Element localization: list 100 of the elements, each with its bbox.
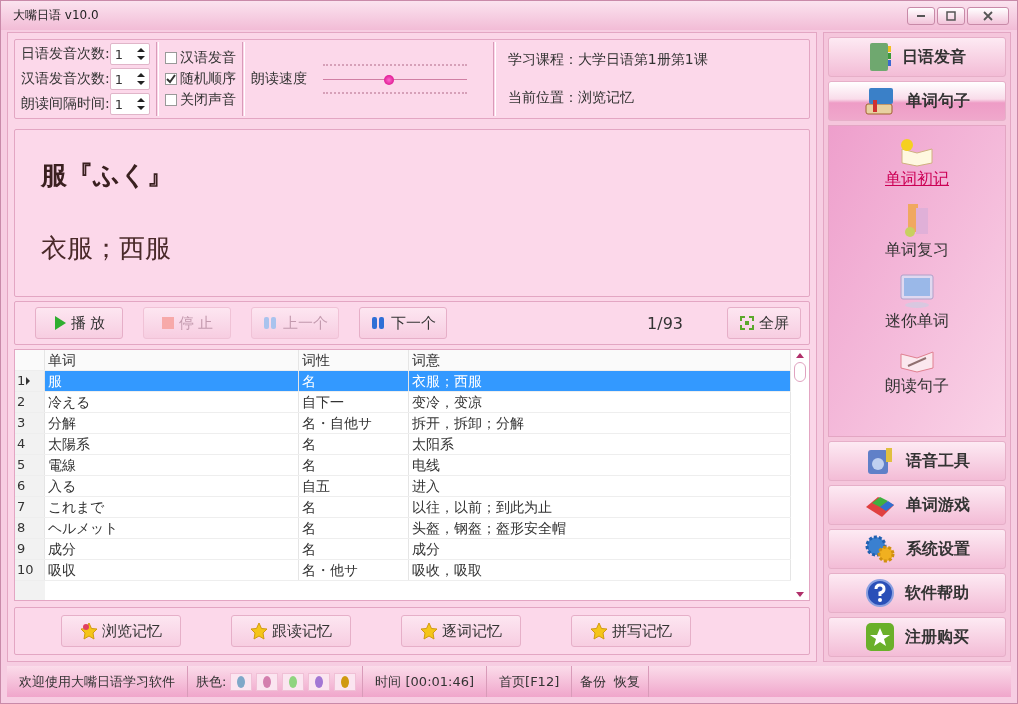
mode-button[interactable]: 拼写记忆 bbox=[571, 615, 691, 648]
minimize-button[interactable] bbox=[907, 6, 935, 25]
table-cell: 名 bbox=[299, 434, 409, 455]
speed-slider[interactable] bbox=[322, 64, 467, 95]
spinner-label: 汉语发音次数: bbox=[21, 70, 110, 89]
skin-swatch[interactable] bbox=[230, 672, 253, 691]
stop-icon bbox=[160, 316, 175, 331]
table-cell: 名・自他サ bbox=[299, 413, 409, 434]
skin-swatch[interactable] bbox=[334, 672, 357, 691]
mode-button[interactable]: 逐词记忆 bbox=[401, 615, 521, 648]
skin-swatch[interactable] bbox=[256, 672, 279, 691]
table-cell: 分解 bbox=[45, 413, 299, 434]
status-link[interactable]: 恢复 bbox=[614, 672, 641, 691]
skin-swatch[interactable] bbox=[282, 672, 305, 691]
close-button[interactable] bbox=[967, 6, 1009, 25]
skin-label: 肤色: bbox=[196, 672, 227, 691]
previous-icon bbox=[262, 316, 279, 331]
table-cell: 名 bbox=[299, 371, 409, 392]
welcome-text: 欢迎使用大嘴日语学习软件 bbox=[7, 666, 188, 697]
row-number: 2 bbox=[15, 392, 45, 413]
table-cell: 吸収 bbox=[45, 560, 299, 581]
mode-button[interactable]: 浏览记忆 bbox=[61, 615, 181, 648]
submenu-item[interactable]: 单词复习 bbox=[879, 201, 955, 263]
table-row[interactable]: 4 太陽系 名 太阳系 bbox=[15, 434, 791, 456]
column-header[interactable]: 单词 bbox=[45, 350, 299, 371]
slider-thumb[interactable] bbox=[383, 75, 394, 86]
nav-button[interactable]: 单词游戏 bbox=[828, 485, 1006, 526]
nav-button[interactable]: 日语发音 bbox=[828, 37, 1006, 78]
scroll-thumb[interactable] bbox=[794, 362, 806, 383]
number-spinner[interactable]: 1 bbox=[109, 43, 150, 66]
info-text: 当前位置：浏览记忆 bbox=[507, 89, 635, 108]
row-number: 4 bbox=[15, 434, 45, 455]
book-lightbulb-icon bbox=[898, 137, 936, 168]
number-spinner[interactable]: 1 bbox=[109, 68, 150, 91]
row-number: 3 bbox=[15, 413, 45, 434]
checkmark-icon bbox=[165, 74, 176, 85]
column-header[interactable]: 词性 bbox=[299, 350, 409, 371]
status-link[interactable]: 备份 bbox=[580, 672, 607, 691]
table-row[interactable]: 1 服 名 衣服；西服 bbox=[15, 371, 791, 393]
submenu-item[interactable]: 朗读句子 bbox=[879, 343, 955, 399]
table-cell: 自五 bbox=[299, 476, 409, 497]
checkbox[interactable] bbox=[164, 94, 177, 107]
checkbox-label: 汉语发音 bbox=[179, 49, 236, 68]
japanese-word: 服『ふく』 bbox=[41, 159, 174, 193]
word-counter: 1/93 bbox=[647, 313, 683, 333]
home-link[interactable]: 首页[F12] bbox=[487, 666, 573, 697]
table-cell: 衣服；西服 bbox=[409, 371, 791, 392]
word-meaning: 衣服；西服 bbox=[41, 232, 172, 266]
star-icon bbox=[590, 622, 608, 641]
row-number: 1 bbox=[15, 371, 45, 392]
table-cell: 自下一 bbox=[299, 392, 409, 413]
table-row[interactable]: 9 成分 名 成分 bbox=[15, 539, 791, 561]
table-row[interactable]: 3 分解 名・自他サ 拆开，拆卸；分解 bbox=[15, 413, 791, 435]
nav-button[interactable]: 注册购买 bbox=[828, 617, 1006, 658]
table-row[interactable]: 8 ヘルメット 名 头盔，钢盔；盔形安全帽 bbox=[15, 518, 791, 540]
speed-label: 朗读速度 bbox=[250, 70, 307, 89]
row-number: 10 bbox=[15, 560, 45, 581]
next-icon bbox=[370, 316, 387, 331]
table-cell: 名 bbox=[299, 455, 409, 476]
spinner-label: 朗读间隔时间: bbox=[21, 95, 110, 114]
row-number: 9 bbox=[15, 539, 45, 560]
fullscreen-icon bbox=[739, 315, 755, 332]
next-button[interactable]: 下一个 bbox=[359, 307, 447, 340]
nav-button[interactable]: 单词句子 bbox=[828, 81, 1006, 122]
notebook-icon bbox=[868, 42, 892, 73]
minimize-icon bbox=[917, 14, 925, 17]
checkbox[interactable] bbox=[164, 73, 177, 86]
close-icon bbox=[983, 10, 993, 21]
spin-arrows-icon bbox=[136, 97, 145, 112]
row-number: 7 bbox=[15, 497, 45, 518]
row-number: 6 bbox=[15, 476, 45, 497]
skin-swatch[interactable] bbox=[308, 672, 331, 691]
nav-button[interactable]: 系统设置 bbox=[828, 529, 1006, 570]
table-row[interactable]: 2 冷える 自下一 变冷，变凉 bbox=[15, 392, 791, 414]
play-icon bbox=[52, 315, 67, 332]
table-cell: 電線 bbox=[45, 455, 299, 476]
spin-arrows-icon bbox=[136, 47, 145, 62]
table-cell: 成分 bbox=[45, 539, 299, 560]
fullscreen-button[interactable]: 全屏 bbox=[727, 307, 801, 340]
table-row[interactable]: 6 入る 自五 进入 bbox=[15, 476, 791, 498]
table-row[interactable]: 5 電線 名 电线 bbox=[15, 455, 791, 477]
table-row[interactable]: 7 これまで 名 以往，以前；到此为止 bbox=[15, 497, 791, 519]
table-cell: 冷える bbox=[45, 392, 299, 413]
mode-button[interactable]: 跟读记忆 bbox=[231, 615, 351, 648]
maximize-button[interactable] bbox=[937, 6, 965, 25]
nav-button[interactable]: 语音工具 bbox=[828, 441, 1006, 482]
star-icon bbox=[250, 622, 268, 641]
table-cell: これまで bbox=[45, 497, 299, 518]
submenu-item[interactable]: 迷你单词 bbox=[879, 272, 955, 334]
info-text: 学习课程：大学日语第1册第1课 bbox=[507, 51, 708, 70]
row-pointer-icon bbox=[25, 377, 32, 386]
window-title: 大嘴日语 v10.0 bbox=[13, 7, 99, 24]
nav-button[interactable]: 软件帮助 bbox=[828, 573, 1006, 614]
number-spinner[interactable]: 1 bbox=[109, 93, 150, 116]
table-cell: 入る bbox=[45, 476, 299, 497]
star-icon bbox=[420, 622, 438, 641]
play-button[interactable]: 播 放 bbox=[35, 307, 123, 340]
checkbox[interactable] bbox=[164, 52, 177, 65]
table-cell: 服 bbox=[45, 371, 299, 392]
gear-icon bbox=[864, 534, 896, 565]
